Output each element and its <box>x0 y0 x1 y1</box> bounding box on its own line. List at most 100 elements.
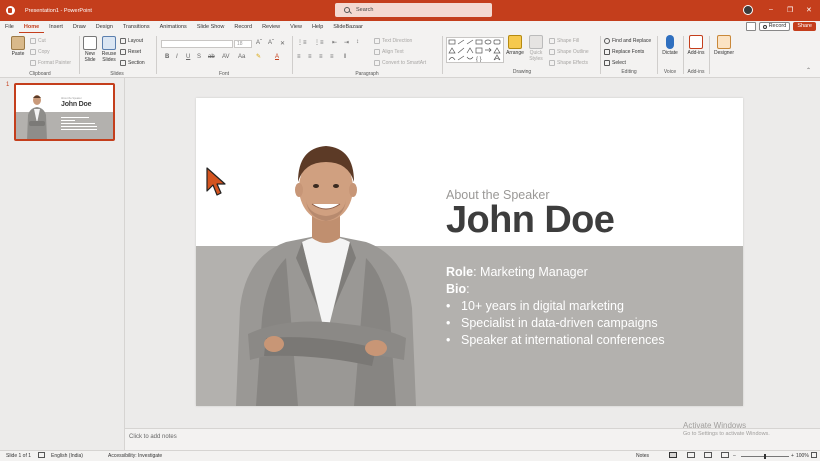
change-case-icon[interactable]: Aa <box>238 54 245 60</box>
select-arrow-icon <box>604 60 610 66</box>
section-button[interactable]: Section <box>120 60 145 66</box>
dictate-label: Dictate <box>662 50 678 56</box>
line-spacing-icon[interactable]: ↕ <box>356 39 359 45</box>
tab-slidebazaar[interactable]: SlideBazaar <box>328 21 368 33</box>
tab-home[interactable]: Home <box>18 21 45 33</box>
close-icon[interactable]: ✕ <box>806 6 812 14</box>
arrange-button[interactable]: Arrange <box>506 35 524 56</box>
font-group: 18 Aˆ Aˇ ✕ B I U S ab AV Aa ✎ A Font <box>158 34 290 77</box>
new-slide-button[interactable]: New Slide <box>81 36 99 63</box>
align-text-button[interactable]: Align Text <box>374 49 404 55</box>
clear-format-icon[interactable]: ✕ <box>280 40 285 47</box>
paragraph-label: Paragraph <box>355 71 379 77</box>
designer-button[interactable]: Designer <box>713 35 735 56</box>
account-avatar[interactable] <box>743 5 753 15</box>
slide-thumbnail[interactable]: About the Speaker John Doe <box>14 83 115 141</box>
language-status[interactable]: English (India) <box>51 453 83 459</box>
record-dot-icon <box>762 24 767 29</box>
cut-button[interactable]: Cut <box>30 38 46 44</box>
paste-button[interactable]: Paste <box>8 36 28 57</box>
bio-bullet-text: 10+ years in digital marketing <box>461 299 624 313</box>
increase-font-icon[interactable]: Aˆ <box>256 40 262 46</box>
search-input[interactable]: Search <box>335 3 492 17</box>
reading-view-icon[interactable] <box>704 452 712 458</box>
tab-view[interactable]: View <box>285 21 307 33</box>
align-right-icon[interactable]: ≡ <box>319 54 323 60</box>
columns-icon[interactable]: ‖ <box>344 54 346 60</box>
accessibility-status[interactable]: Accessibility: Investigate <box>108 453 162 459</box>
zoom-slider[interactable] <box>741 454 789 459</box>
notes-toggle[interactable]: Notes <box>636 453 649 459</box>
tab-insert[interactable]: Insert <box>44 21 68 33</box>
highlight-icon[interactable]: ✎ <box>256 53 261 60</box>
tab-review[interactable]: Review <box>257 21 285 33</box>
shapes-gallery[interactable]: { } <box>446 37 504 63</box>
fit-slide-icon[interactable] <box>811 452 817 458</box>
select-button[interactable]: Select <box>604 60 626 66</box>
restore-icon[interactable]: ❐ <box>787 6 793 14</box>
zoom-out-icon[interactable]: – <box>733 453 736 459</box>
underline-icon[interactable]: U <box>186 54 190 60</box>
shape-fill-button[interactable]: Shape Fill <box>549 38 579 44</box>
smartart-button[interactable]: Convert to SmartArt <box>374 60 426 66</box>
tab-help[interactable]: Help <box>307 21 328 33</box>
tab-record[interactable]: Record <box>229 21 257 33</box>
dictate-button[interactable]: Dictate <box>660 35 680 56</box>
addins-button[interactable]: Add-ins <box>686 35 706 56</box>
layout-button[interactable]: Layout <box>120 38 143 44</box>
align-left-icon[interactable]: ≡ <box>297 54 301 60</box>
tab-slide-show[interactable]: Slide Show <box>192 21 230 33</box>
decrease-indent-icon[interactable]: ⇤ <box>332 39 337 46</box>
mouse-cursor-icon <box>206 167 226 196</box>
slide-sorter-icon[interactable] <box>687 452 695 458</box>
numbering-icon[interactable]: ⋮≡ <box>314 39 324 46</box>
font-size-select[interactable]: 18 <box>234 40 252 48</box>
find-replace-button[interactable]: Find and Replace <box>604 38 651 44</box>
tab-file[interactable]: File <box>0 21 19 33</box>
text-direction-button[interactable]: Text Direction <box>374 38 412 44</box>
reuse-slides-button[interactable]: Reuse Slides <box>100 36 118 63</box>
normal-view-icon[interactable] <box>669 452 677 458</box>
zoom-in-icon[interactable]: + <box>791 453 794 459</box>
font-family-select[interactable] <box>161 40 233 48</box>
decrease-font-icon[interactable]: Aˇ <box>268 40 274 46</box>
align-center-icon[interactable]: ≡ <box>308 54 312 60</box>
comments-icon[interactable] <box>745 22 756 31</box>
increase-indent-icon[interactable]: ⇥ <box>344 39 349 46</box>
collapse-ribbon-icon[interactable]: ⌃ <box>806 67 811 74</box>
shape-outline-button[interactable]: Shape Outline <box>549 49 589 55</box>
tab-draw[interactable]: Draw <box>68 21 91 33</box>
thumb-text-line <box>61 123 95 124</box>
new-slide-icon <box>83 36 97 50</box>
char-spacing-icon[interactable]: AV <box>222 54 230 60</box>
format-painter-button[interactable]: Format Painter <box>30 60 71 66</box>
bullets-icon[interactable]: ⋮≡ <box>297 39 307 46</box>
zoom-level[interactable]: 100% <box>796 453 809 459</box>
copy-button[interactable]: Copy <box>30 49 50 55</box>
ribbon-divider <box>442 36 443 74</box>
record-button[interactable]: Record <box>758 22 791 31</box>
zoom-slider-thumb[interactable] <box>764 454 766 459</box>
tab-animations[interactable]: Animations <box>155 21 192 33</box>
italic-icon[interactable]: I <box>176 54 178 60</box>
title-bar: Presentation1 - PowerPoint Search – ❐ ✕ <box>0 0 820 21</box>
reset-button[interactable]: Reset <box>120 49 141 55</box>
shape-effects-button[interactable]: Shape Effects <box>549 60 588 66</box>
minimize-icon[interactable]: – <box>769 6 773 13</box>
quick-styles-button[interactable]: Quick Styles <box>527 35 545 62</box>
editing-label: Editing <box>621 69 637 75</box>
share-button[interactable]: Share <box>793 22 816 31</box>
justify-icon[interactable]: ≡ <box>330 54 334 60</box>
spellcheck-icon[interactable] <box>38 452 45 458</box>
strikethrough-icon[interactable]: ab <box>208 54 215 60</box>
slideshow-icon[interactable] <box>721 452 729 458</box>
tab-design[interactable]: Design <box>91 21 118 33</box>
thumb-person-image <box>27 95 47 139</box>
replace-fonts-button[interactable]: Replace Fonts <box>604 49 644 55</box>
slide[interactable]: About the Speaker John Doe Role: Marketi… <box>196 98 743 406</box>
font-color-icon[interactable]: A <box>275 54 279 60</box>
copy-label: Copy <box>38 49 50 55</box>
bold-icon[interactable]: B <box>165 54 169 60</box>
shadow-icon[interactable]: S <box>197 54 201 60</box>
tab-transitions[interactable]: Transitions <box>118 21 155 33</box>
